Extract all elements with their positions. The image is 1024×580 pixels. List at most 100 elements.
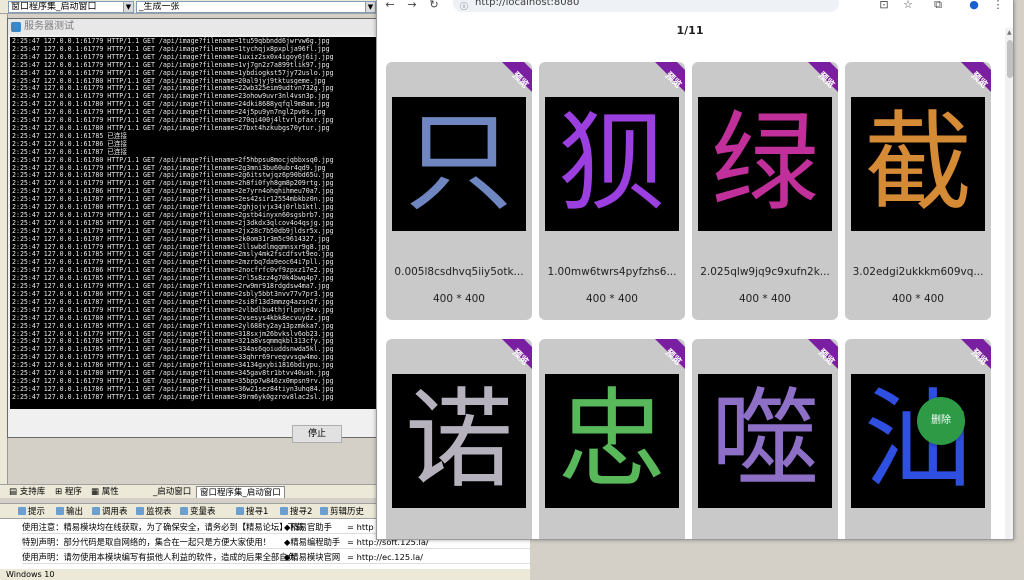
image-card[interactable]: 汕预览删除 [845,339,991,539]
stop-button[interactable]: 停止 [292,425,342,443]
image-thumbnail[interactable]: 绿 [698,97,832,231]
log-prefix: 2:25:47 127.0.0.1: [12,297,84,306]
hint-tab[interactable]: 提示 [18,506,45,518]
preview-ribbon[interactable]: 预览 [494,339,532,377]
log-text: 61786 HTTP/1.1 GET /api/image?filename=2… [83,290,334,298]
extensions-icon[interactable]: ⧉ [931,0,945,12]
image-card[interactable]: 噬预览 [692,339,838,539]
chevron-down-icon[interactable]: ▼ [365,2,375,12]
call-table-tab[interactable]: 调用表 [92,506,128,518]
tab-label: 属性 [101,487,119,497]
log-prefix: 2:25:47 127.0.0.1: [12,108,84,117]
bookmark-star-icon[interactable]: ☆ [901,0,915,12]
log-text: 61779 HTTP/1.1 GET /api/image?filename=1… [83,44,330,53]
variable-table-label: 变量表 [190,507,216,517]
log-text: 61785 HTTP/1.1 GET /api/image?filename=2… [83,321,334,330]
image-card[interactable]: 忠预览 [539,339,685,539]
log-prefix: 2:25:47 127.0.0.1: [12,68,84,77]
status-bar: Windows 10 [0,569,530,580]
variable-table-tab[interactable]: 变量表 [180,506,216,518]
preview-ribbon[interactable]: 预览 [800,62,838,100]
image-card[interactable]: 截预览 3.02edgi2ukkkm609vq... 400 * 400 [845,62,991,320]
preview-ribbon[interactable]: 预览 [953,62,991,100]
log-prefix: 2:25:47 127.0.0.1: [12,266,84,275]
search1-label: 搜寻1 [246,507,269,517]
notice-text: 使用声明：请勿使用本模块编写有损他人利益的软件，造成的后果全部自负 [22,552,296,562]
log-prefix: 2:25:47 127.0.0.1: [12,337,84,346]
log-text: 61779 HTTP/1.1 GET /api/image?filename=1… [83,37,330,45]
preview-ribbon[interactable]: 预览 [647,339,685,377]
log-prefix: 2:25:47 127.0.0.1: [12,76,84,85]
search1-tab[interactable]: 搜寻1 [236,506,268,518]
tab-properties[interactable]: ▦ 属性 [88,486,122,498]
image-filename: 1.00mw6twrs4pyfzhs6... [547,266,677,278]
log-text: 61780 HTTP/1.1 GET /api/image?filename=2… [83,76,326,85]
address-bar[interactable]: ⓘ http://localhost:8080 [453,0,839,12]
log-text: 61786 HTTP/1.1 GET /api/image?filename=2… [83,187,334,196]
log-prefix: 2:25:47 127.0.0.1: [12,282,84,291]
profile-icon[interactable]: ● [967,0,981,12]
method-combo-value: _生成一张 [139,2,180,12]
image-thumbnail[interactable]: 忠 [545,374,679,508]
log-text: 61786 HTTP/1.1 GET /api/image?filename=3… [83,361,334,370]
output-tab[interactable]: 输出 [56,506,83,518]
notice-link[interactable]: = http [347,521,374,534]
class-combo[interactable]: 窗口程序集_启动窗口 ▼ [8,1,134,13]
console-log[interactable]: 2:25:47 127.0.0.1:61779 HTTP/1.1 GET /ap… [10,37,376,409]
tab-window-assembly[interactable]: 窗口程序集_启动窗口 [196,486,285,498]
log-prefix: 2:25:47 127.0.0.1: [12,218,84,227]
image-card[interactable]: 绿预览 2.025qlw9jq9c9xufn2k... 400 * 400 [692,62,838,320]
tab-program[interactable]: ⊞ 程序 [52,486,85,498]
log-text: 61779 HTTP/1.1 GET /api/image?filename=2… [83,210,334,219]
image-thumbnail[interactable]: 狈 [545,97,679,231]
class-combo-value: 窗口程序集_启动窗口 [11,2,97,12]
image-thumbnail[interactable]: 诺 [392,374,526,508]
watch-table-tab[interactable]: 监视表 [136,506,172,518]
image-card[interactable]: 狈预览 1.00mw6twrs4pyfzhs6... 400 * 400 [539,62,685,320]
clip-history-tab[interactable]: 剪辑历史 [320,506,364,518]
back-arrow-icon[interactable]: ← [383,0,397,12]
image-card[interactable]: 诺预览 [386,339,532,539]
scrollbar-thumb[interactable] [1007,40,1013,78]
tab-support-lib[interactable]: ▤ 支持库 [6,486,48,498]
thumbnail-glyph: 噬 [710,378,819,503]
preview-ribbon[interactable]: 预览 [953,339,991,377]
log-text: 61780 HTTP/1.1 GET /api/image?filename=2… [83,313,330,322]
image-thumbnail[interactable]: 只 [392,97,526,231]
window-title: 服务器测试 [24,21,74,32]
preview-ribbon[interactable]: 预览 [800,339,838,377]
image-card[interactable]: 只预览 0.005l8csdhvq5iiy5otk... 400 * 400 [386,62,532,320]
log-text: 61787 HTTP/1.1 GET /api/image?filename=2… [83,297,334,306]
image-thumbnail[interactable]: 汕 [851,374,985,508]
log-text: 61780 HTTP/1.1 GET /api/image?filename=2… [83,203,334,212]
scroll-up-icon[interactable]: ▲ [1007,30,1013,36]
search2-tab[interactable]: 搜寻2 [280,506,312,518]
log-prefix: 2:25:47 127.0.0.1: [12,52,84,61]
image-dimensions: 400 * 400 [432,293,485,305]
page-scrollbar[interactable]: ▲ [1005,28,1013,539]
preview-ribbon[interactable]: 预览 [647,62,685,100]
status-text: Windows 10 [6,570,55,579]
app-icon [11,22,21,32]
image-thumbnail[interactable]: 截 [851,97,985,231]
log-prefix: 2:25:47 127.0.0.1: [12,60,84,69]
translate-icon[interactable]: ⊡ [877,0,891,12]
log-text: 61787 HTTP/1.1 GET /api/image?filename=2… [83,195,334,204]
log-prefix: 2:25:47 127.0.0.1: [12,384,84,393]
chevron-down-icon[interactable]: ▼ [123,2,133,12]
log-prefix: 2:25:47 127.0.0.1: [12,258,84,267]
window-title-bar[interactable]: 服务器测试 [8,19,376,35]
delete-button[interactable]: 删除 [917,397,965,445]
tab-start-window[interactable]: _启动窗口 [150,486,194,498]
log-text: 61780 HTTP/1.1 GET /api/image?filename=3… [83,369,330,378]
menu-dots-icon[interactable]: ⋮ [991,0,1005,12]
image-thumbnail[interactable]: 噬 [698,374,832,508]
method-combo[interactable]: _生成一张 ▼ [136,1,376,13]
log-text: 61779 HTTP/1.1 GET /api/image?filename=3… [83,376,334,385]
ide-output-toolbar: 提示 输出 调用表 监视表 变量表 搜寻1 搜寻2 剪辑历史 [0,503,380,519]
log-text: 61779 HTTP/1.1 GET /api/image?filename=3… [83,353,334,362]
forward-arrow-icon[interactable]: → [405,0,419,12]
notice-link[interactable]: = http://ec.125.la/ [347,551,423,564]
preview-ribbon[interactable]: 预览 [494,62,532,100]
reload-icon[interactable]: ↻ [427,0,441,12]
